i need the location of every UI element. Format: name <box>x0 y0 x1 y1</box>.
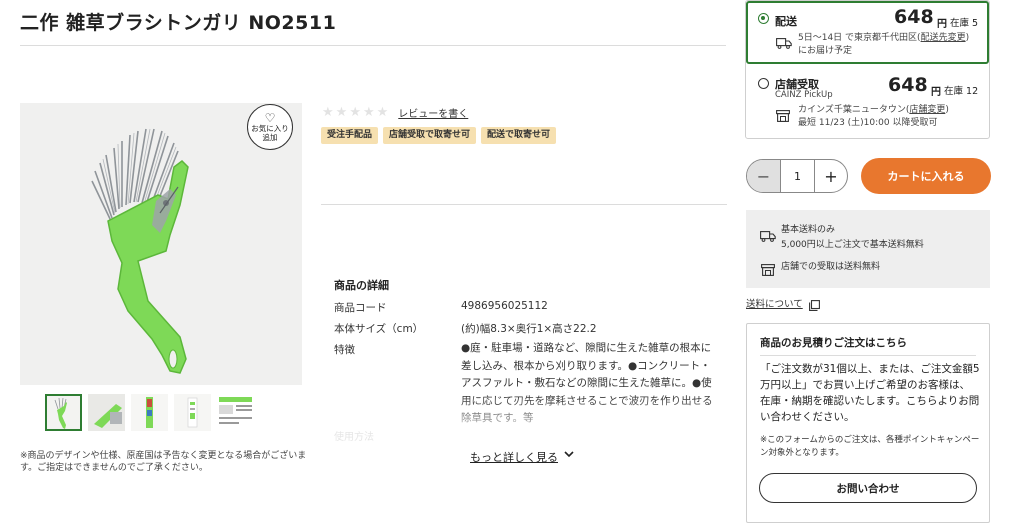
product-disclaimer: ※商品のデザインや仕様、原産国は予告なく変更となる場合がございます。ご指定はでき… <box>20 451 307 473</box>
star-icon: ★ <box>335 104 348 120</box>
store-pickup-price: 648 <box>888 74 928 96</box>
favorite-label: お気に入り 追加 <box>251 124 289 142</box>
rating-stars: ★ ★ ★ ★ ★ レビューを書く <box>322 105 468 120</box>
badge-store-order: 店舗受取で取寄せ可 <box>383 127 477 144</box>
change-address-link[interactable]: 配送先変更 <box>921 33 966 43</box>
change-store-link[interactable]: 店舗変更 <box>909 105 945 115</box>
inquiry-button[interactable]: お問い合わせ <box>759 473 977 503</box>
delivery-date-suffix: にお届け予定 <box>798 46 853 56</box>
delivery-label: 配送 <box>775 15 797 28</box>
increase-quantity-button[interactable]: + <box>815 160 847 192</box>
delivery-radio[interactable] <box>758 13 769 24</box>
quote-note: ※このフォームからのご注文は、各種ポイントキャンペーン対象外となります。 <box>760 435 980 458</box>
chevron-down-icon[interactable] <box>563 448 575 463</box>
star-icon: ★ <box>376 104 389 120</box>
shipping-basic-fee: 基本送料のみ <box>781 225 836 235</box>
quantity-input[interactable]: 1 <box>780 160 815 192</box>
badge-order-item: 受注手配品 <box>321 127 379 144</box>
thumbnail-3[interactable] <box>131 394 168 431</box>
shipping-free-threshold: 5,000円以上ご注文で基本送料無料 <box>781 240 924 250</box>
heart-icon: ♡ <box>264 111 276 125</box>
store-pickup-stock: 在庫 12 <box>944 86 979 97</box>
decrease-quantity-button[interactable]: − <box>747 160 780 192</box>
detail-label-size: 本体サイズ（cm） <box>334 323 424 335</box>
quote-body: 「ご注文数が31個以上、または、ご注文金額5万円以上」でお買い上げご希望のお客様… <box>760 363 980 423</box>
external-window-icon[interactable] <box>809 296 820 315</box>
pickup-store-name: カインズ千葉ニュータウン <box>798 105 906 115</box>
truck-icon <box>776 34 792 53</box>
write-review-link[interactable]: レビューを書く <box>398 105 468 120</box>
shipping-store-free: 店舗での受取は送料無料 <box>781 262 881 272</box>
shipping-info-panel: 基本送料のみ 5,000円以上ご注文で基本送料無料 店舗での受取は送料無料 <box>746 210 990 288</box>
detail-label-code: 商品コード <box>334 302 387 314</box>
delivery-date-text: 5日〜14日 で東京都千代田区(配送先変更)にお届け予定 <box>798 33 970 56</box>
delivery-date: 5日〜14日 で東京都千代田区 <box>798 33 918 43</box>
quote-title: 商品のお見積りご注文はこちら <box>760 337 907 349</box>
thumbnail-5[interactable] <box>217 394 254 431</box>
shipping-fee-link[interactable]: 送料について <box>746 296 803 310</box>
store-icon <box>776 107 790 126</box>
star-icon: ★ <box>349 104 361 120</box>
delivery-yen: 円 <box>937 19 947 30</box>
pickup-store-text: カインズ千葉ニュータウン(店舗変更) 最短 11/23 (土)10:00 以降受… <box>798 105 949 128</box>
thumbnail-4[interactable] <box>174 394 211 431</box>
quantity-stepper: − 1 + <box>746 159 848 193</box>
thumbnail-1[interactable] <box>45 394 82 431</box>
detail-value-code: 4986956025112 <box>461 300 548 312</box>
quote-divider <box>760 355 976 356</box>
truck-icon <box>760 227 776 246</box>
page-title: 二作 雑草ブラシトンガリ NO2511 <box>20 12 337 34</box>
delivery-price: 648 <box>894 6 934 28</box>
details-fade-overlay <box>330 396 728 442</box>
detail-label-feature: 特徴 <box>334 344 355 356</box>
add-favorite-button[interactable]: ♡ お気に入り 追加 <box>247 104 293 150</box>
store-pickup-yen: 円 <box>931 87 941 98</box>
section-divider <box>321 204 727 205</box>
pickup-date: 最短 11/23 (土)10:00 以降受取可 <box>798 118 938 128</box>
store-icon <box>761 261 775 280</box>
show-more-link[interactable]: もっと詳しく見る <box>470 449 558 465</box>
detail-label-usage: 使用方法 <box>334 432 374 443</box>
details-heading: 商品の詳細 <box>334 279 389 292</box>
detail-value-size: (約)幅8.3×奥行1×高さ22.2 <box>461 323 597 335</box>
title-divider <box>20 45 726 46</box>
star-icon: ★ <box>362 104 375 120</box>
add-to-cart-button[interactable]: カートに入れる <box>861 158 991 194</box>
pickup-sublabel: CAINZ PickUp <box>775 90 833 100</box>
delivery-stock: 在庫 5 <box>950 18 979 29</box>
thumbnail-strip <box>45 394 254 431</box>
store-pickup-radio[interactable] <box>758 78 769 89</box>
thumbnail-2[interactable] <box>88 394 125 431</box>
product-badges: 受注手配品 店舗受取で取寄せ可 配送で取寄せ可 <box>321 127 557 144</box>
star-icon: ★ <box>322 104 334 120</box>
badge-delivery-order: 配送で取寄せ可 <box>481 127 557 144</box>
